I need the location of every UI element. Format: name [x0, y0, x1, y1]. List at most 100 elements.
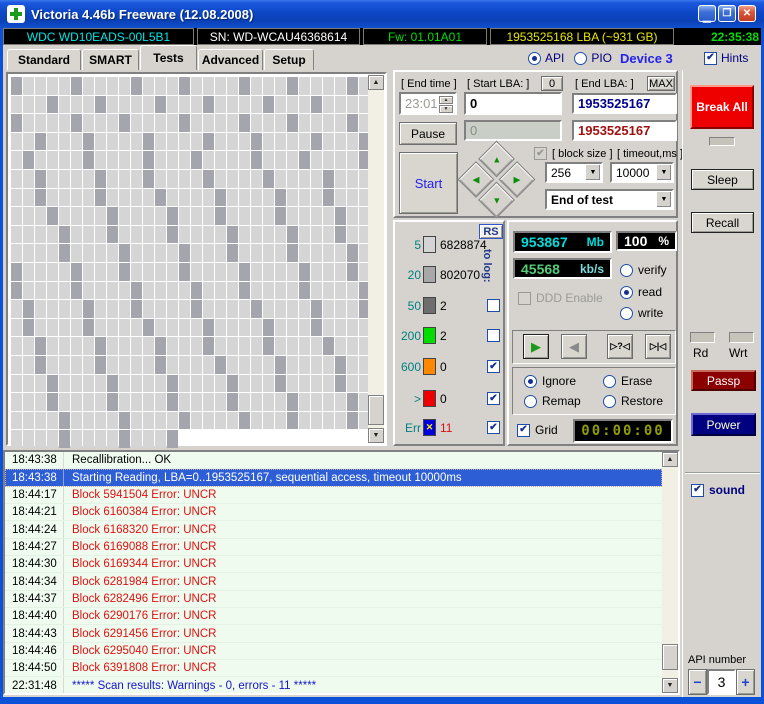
- tab-advanced[interactable]: Advanced: [198, 49, 263, 70]
- device-label: Device 3: [620, 50, 673, 66]
- log-row[interactable]: 18:44:40 Block 6290176 Error: UNCR: [5, 608, 662, 626]
- end-lba-input[interactable]: 1953525167: [572, 93, 677, 114]
- recall-button[interactable]: Recall: [691, 212, 754, 233]
- log-50-checkbox[interactable]: ✔: [487, 299, 500, 312]
- seek-question-button[interactable]: ▷?◁: [607, 334, 633, 359]
- pause-button[interactable]: Pause: [399, 122, 457, 145]
- end-time-label: [ End time ]: [401, 78, 457, 90]
- busy-indicator: [709, 137, 735, 146]
- log-row[interactable]: 18:44:43 Block 6291456 Error: UNCR: [5, 625, 662, 643]
- minimize-button[interactable]: ▁: [698, 5, 716, 23]
- chevron-down-icon[interactable]: ▼: [656, 191, 672, 208]
- log-row[interactable]: 18:44:27 Block 6169088 Error: UNCR: [5, 538, 662, 557]
- elapsed-timer-display: 00:00:00: [573, 419, 673, 443]
- log-row[interactable]: 18:44:46 Block 6295040 Error: UNCR: [5, 642, 662, 661]
- remap-radio[interactable]: [524, 394, 537, 408]
- log-list[interactable]: 18:43:38 Recallibration... OK 18:43:38 Sta…: [5, 452, 662, 693]
- sound-checkbox[interactable]: ✔: [691, 483, 704, 497]
- stat-swatch: [423, 358, 436, 375]
- start-lba-input[interactable]: 0: [464, 92, 562, 115]
- jog-checkbox[interactable]: ✔: [534, 147, 547, 160]
- erase-radio[interactable]: [603, 374, 616, 388]
- log-row[interactable]: 22:31:48 ***** Scan results: Warnings - 0…: [5, 677, 662, 693]
- chevron-down-icon[interactable]: ▼: [585, 164, 601, 181]
- ddd-enable-checkbox[interactable]: ✔: [518, 291, 531, 305]
- start-button[interactable]: Start: [399, 152, 458, 214]
- timeout-select[interactable]: 10000 ▼: [610, 162, 674, 183]
- zero-button[interactable]: 0: [541, 76, 563, 91]
- pio-radio[interactable]: [574, 51, 588, 65]
- grid-scroll-up-button[interactable]: ▲: [368, 75, 384, 90]
- close-button[interactable]: ✕: [738, 5, 756, 22]
- after-action-select[interactable]: End of test ▼: [545, 189, 674, 210]
- api-radio[interactable]: [528, 51, 541, 65]
- clock: 22:35:38: [710, 29, 759, 44]
- log-timeout-checkbox[interactable]: ✔: [487, 392, 500, 405]
- maximize-button[interactable]: ❐: [718, 5, 736, 22]
- log-row[interactable]: 18:44:37 Block 6282496 Error: UNCR: [5, 590, 662, 609]
- play-button[interactable]: ▶: [523, 334, 549, 359]
- log-scroll-up-button[interactable]: ▲: [662, 452, 678, 467]
- stat-swatch: [423, 390, 436, 407]
- grid-scroll-thumb[interactable]: [368, 395, 384, 425]
- tab-smart[interactable]: SMART: [82, 49, 139, 70]
- end-time-input[interactable]: 23:01 ▲ ▼: [399, 92, 457, 115]
- title-bar[interactable]: Victoria 4.46b Freeware (12.08.2008) ▁ ❐…: [0, 0, 764, 28]
- read-radio[interactable]: [620, 285, 633, 299]
- restore-radio[interactable]: [603, 394, 616, 408]
- tab-standard[interactable]: Standard: [7, 49, 81, 70]
- tab-setup[interactable]: Setup: [264, 49, 314, 70]
- arrow-up-icon: ▲: [492, 153, 501, 164]
- log-errors-checkbox[interactable]: ✔: [487, 421, 500, 434]
- tab-tests[interactable]: Tests: [140, 45, 197, 70]
- log-row[interactable]: 18:44:50 Block 6391808 Error: UNCR: [5, 660, 662, 678]
- log-row[interactable]: 18:44:30 Block 6169344 Error: UNCR: [5, 556, 662, 574]
- write-radio[interactable]: [620, 306, 633, 320]
- log-200-checkbox[interactable]: ✔: [487, 329, 500, 342]
- stat-row-50: 50 2: [407, 297, 447, 314]
- verify-label: verify: [638, 263, 667, 277]
- sleep-button[interactable]: Sleep: [691, 169, 754, 190]
- log-row[interactable]: 18:43:38 Recallibration... OK: [5, 452, 662, 470]
- api-minus-button[interactable]: −: [688, 669, 707, 695]
- sound-row: ✔ sound: [691, 483, 745, 497]
- log-row[interactable]: 18:44:34 Block 6281984 Error: UNCR: [5, 573, 662, 591]
- monitor-panel: 953867Mb 100% 45568kb/s ✔ DDD Enable ver…: [507, 220, 678, 446]
- drive-model: WDC WD10EADS-00L5B1: [3, 28, 194, 45]
- block-size-select[interactable]: 256 ▼: [545, 162, 603, 183]
- remaining-display: 953867 Mb: [513, 231, 612, 253]
- break-all-button[interactable]: Break All: [690, 85, 754, 129]
- passp-button[interactable]: Passp: [691, 370, 756, 391]
- grid-scrollbar[interactable]: ▲ ▼: [368, 75, 384, 443]
- log-row-selected[interactable]: 18:43:38 Starting Reading, LBA=0..1953525…: [5, 469, 662, 487]
- back-button[interactable]: ◀: [561, 334, 587, 359]
- ignore-radio[interactable]: [524, 374, 537, 388]
- to-log-label: to log:: [481, 249, 493, 283]
- log-scroll-down-button[interactable]: ▼: [662, 678, 678, 693]
- log-600-checkbox[interactable]: ✔: [487, 360, 500, 373]
- play-icon: ▶: [531, 338, 541, 354]
- read-label: read: [638, 285, 663, 299]
- log-scrollbar[interactable]: ▲ ▼: [662, 452, 678, 693]
- log-scroll-thumb[interactable]: [662, 644, 678, 670]
- rd-label: Rd: [693, 346, 709, 360]
- log-row[interactable]: 18:44:17 Block 5941504 Error: UNCR: [5, 486, 662, 505]
- grid-scroll-down-button[interactable]: ▼: [368, 428, 384, 443]
- chevron-down-icon[interactable]: ▼: [656, 164, 672, 181]
- api-plus-button[interactable]: +: [736, 669, 755, 695]
- log-row[interactable]: 18:44:21 Block 6160384 Error: UNCR: [5, 504, 662, 522]
- grid-checkbox[interactable]: ✔: [517, 423, 530, 437]
- stat-swatch: [423, 327, 436, 344]
- max-button[interactable]: MAX: [647, 76, 675, 91]
- hints-checkbox[interactable]: ✔: [704, 51, 717, 65]
- sidebar-divider: [685, 472, 760, 474]
- power-button[interactable]: Power: [691, 413, 756, 436]
- grid-toggle-row: ✔ Grid: [517, 423, 558, 437]
- verify-radio[interactable]: [620, 263, 633, 277]
- speed-display: 45568 kb/s: [513, 258, 612, 279]
- error-action-group: Ignore Erase Remap Restore: [512, 367, 676, 415]
- maximize-icon: ❐: [722, 8, 732, 19]
- seek-end-button[interactable]: ▷|◁: [645, 334, 671, 359]
- end-time-spinner[interactable]: ▲ ▼: [439, 96, 453, 113]
- log-row[interactable]: 18:44:24 Block 6168320 Error: UNCR: [5, 521, 662, 539]
